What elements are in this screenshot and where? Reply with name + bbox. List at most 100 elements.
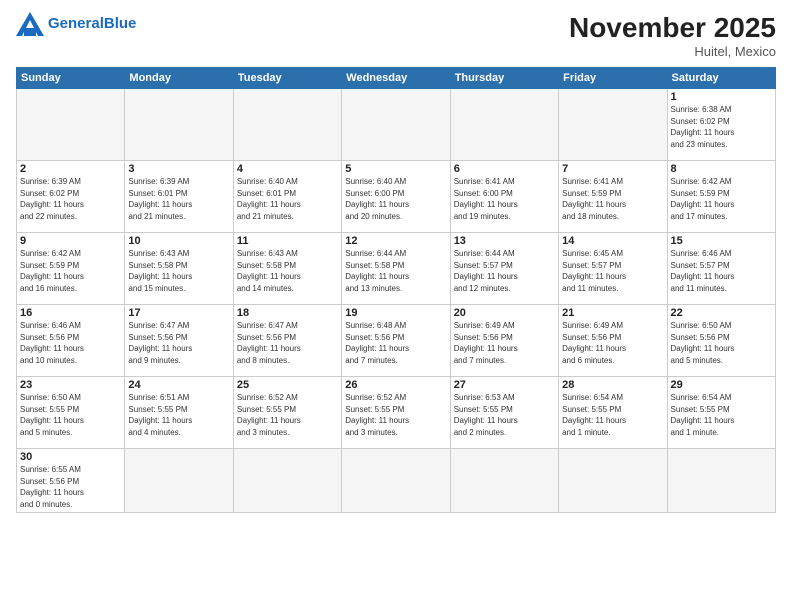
day-info: Sunrise: 6:48 AM Sunset: 5:56 PM Dayligh… [345,320,446,366]
day-number: 19 [345,307,446,319]
calendar-cell: 16Sunrise: 6:46 AM Sunset: 5:56 PM Dayli… [17,305,125,377]
calendar-cell: 24Sunrise: 6:51 AM Sunset: 5:55 PM Dayli… [125,377,233,449]
day-info: Sunrise: 6:41 AM Sunset: 5:59 PM Dayligh… [562,176,663,222]
calendar-cell [233,89,341,161]
logo-text: GeneralBlue [48,16,136,33]
calendar-cell: 28Sunrise: 6:54 AM Sunset: 5:55 PM Dayli… [559,377,667,449]
day-info: Sunrise: 6:52 AM Sunset: 5:55 PM Dayligh… [237,392,338,438]
day-info: Sunrise: 6:38 AM Sunset: 6:02 PM Dayligh… [671,104,772,150]
day-number: 18 [237,307,338,319]
day-number: 9 [20,235,121,247]
calendar-cell: 19Sunrise: 6:48 AM Sunset: 5:56 PM Dayli… [342,305,450,377]
day-number: 15 [671,235,772,247]
calendar-cell: 15Sunrise: 6:46 AM Sunset: 5:57 PM Dayli… [667,233,775,305]
calendar-cell: 22Sunrise: 6:50 AM Sunset: 5:56 PM Dayli… [667,305,775,377]
logo-icon [16,12,44,36]
day-info: Sunrise: 6:39 AM Sunset: 6:02 PM Dayligh… [20,176,121,222]
weekday-header-wednesday: Wednesday [342,68,450,89]
day-info: Sunrise: 6:54 AM Sunset: 5:55 PM Dayligh… [562,392,663,438]
calendar-cell [450,89,558,161]
calendar-cell: 26Sunrise: 6:52 AM Sunset: 5:55 PM Dayli… [342,377,450,449]
day-info: Sunrise: 6:47 AM Sunset: 5:56 PM Dayligh… [237,320,338,366]
day-number: 3 [128,163,229,175]
calendar-cell: 1Sunrise: 6:38 AM Sunset: 6:02 PM Daylig… [667,89,775,161]
calendar-cell: 12Sunrise: 6:44 AM Sunset: 5:58 PM Dayli… [342,233,450,305]
calendar-cell [667,449,775,513]
calendar-cell [559,449,667,513]
calendar-cell: 14Sunrise: 6:45 AM Sunset: 5:57 PM Dayli… [559,233,667,305]
calendar-cell [125,89,233,161]
day-info: Sunrise: 6:45 AM Sunset: 5:57 PM Dayligh… [562,248,663,294]
calendar-cell: 30Sunrise: 6:55 AM Sunset: 5:56 PM Dayli… [17,449,125,513]
day-number: 11 [237,235,338,247]
month-year: November 2025 [569,12,776,44]
title-block: November 2025 Huitel, Mexico [569,12,776,59]
calendar-cell [125,449,233,513]
weekday-header-row: SundayMondayTuesdayWednesdayThursdayFrid… [17,68,776,89]
calendar-cell: 7Sunrise: 6:41 AM Sunset: 5:59 PM Daylig… [559,161,667,233]
day-number: 8 [671,163,772,175]
day-info: Sunrise: 6:51 AM Sunset: 5:55 PM Dayligh… [128,392,229,438]
calendar-cell: 5Sunrise: 6:40 AM Sunset: 6:00 PM Daylig… [342,161,450,233]
calendar-cell [342,449,450,513]
weekday-header-saturday: Saturday [667,68,775,89]
day-number: 24 [128,379,229,391]
day-number: 14 [562,235,663,247]
logo: GeneralBlue [16,12,136,36]
day-info: Sunrise: 6:44 AM Sunset: 5:57 PM Dayligh… [454,248,555,294]
day-number: 23 [20,379,121,391]
day-info: Sunrise: 6:54 AM Sunset: 5:55 PM Dayligh… [671,392,772,438]
day-info: Sunrise: 6:47 AM Sunset: 5:56 PM Dayligh… [128,320,229,366]
day-info: Sunrise: 6:42 AM Sunset: 5:59 PM Dayligh… [671,176,772,222]
calendar-cell [342,89,450,161]
day-number: 7 [562,163,663,175]
day-info: Sunrise: 6:53 AM Sunset: 5:55 PM Dayligh… [454,392,555,438]
weekday-header-friday: Friday [559,68,667,89]
day-info: Sunrise: 6:40 AM Sunset: 6:01 PM Dayligh… [237,176,338,222]
day-number: 30 [20,451,121,463]
calendar-cell [233,449,341,513]
day-number: 4 [237,163,338,175]
logo-general: General [48,15,104,32]
calendar-cell: 4Sunrise: 6:40 AM Sunset: 6:01 PM Daylig… [233,161,341,233]
day-number: 28 [562,379,663,391]
day-info: Sunrise: 6:49 AM Sunset: 5:56 PM Dayligh… [562,320,663,366]
calendar-cell: 6Sunrise: 6:41 AM Sunset: 6:00 PM Daylig… [450,161,558,233]
day-number: 10 [128,235,229,247]
calendar-cell: 17Sunrise: 6:47 AM Sunset: 5:56 PM Dayli… [125,305,233,377]
day-info: Sunrise: 6:52 AM Sunset: 5:55 PM Dayligh… [345,392,446,438]
day-info: Sunrise: 6:40 AM Sunset: 6:00 PM Dayligh… [345,176,446,222]
day-info: Sunrise: 6:44 AM Sunset: 5:58 PM Dayligh… [345,248,446,294]
day-info: Sunrise: 6:39 AM Sunset: 6:01 PM Dayligh… [128,176,229,222]
header: GeneralBlue November 2025 Huitel, Mexico [16,12,776,59]
calendar-cell: 29Sunrise: 6:54 AM Sunset: 5:55 PM Dayli… [667,377,775,449]
calendar-cell [450,449,558,513]
day-number: 26 [345,379,446,391]
day-number: 17 [128,307,229,319]
calendar-week-row: 16Sunrise: 6:46 AM Sunset: 5:56 PM Dayli… [17,305,776,377]
day-info: Sunrise: 6:46 AM Sunset: 5:56 PM Dayligh… [20,320,121,366]
calendar-cell: 23Sunrise: 6:50 AM Sunset: 5:55 PM Dayli… [17,377,125,449]
day-number: 25 [237,379,338,391]
calendar-cell: 10Sunrise: 6:43 AM Sunset: 5:58 PM Dayli… [125,233,233,305]
calendar-cell: 2Sunrise: 6:39 AM Sunset: 6:02 PM Daylig… [17,161,125,233]
calendar-week-row: 1Sunrise: 6:38 AM Sunset: 6:02 PM Daylig… [17,89,776,161]
day-number: 13 [454,235,555,247]
calendar-cell: 18Sunrise: 6:47 AM Sunset: 5:56 PM Dayli… [233,305,341,377]
day-info: Sunrise: 6:42 AM Sunset: 5:59 PM Dayligh… [20,248,121,294]
day-info: Sunrise: 6:43 AM Sunset: 5:58 PM Dayligh… [128,248,229,294]
day-info: Sunrise: 6:46 AM Sunset: 5:57 PM Dayligh… [671,248,772,294]
calendar-cell: 21Sunrise: 6:49 AM Sunset: 5:56 PM Dayli… [559,305,667,377]
weekday-header-sunday: Sunday [17,68,125,89]
day-number: 27 [454,379,555,391]
day-number: 22 [671,307,772,319]
weekday-header-tuesday: Tuesday [233,68,341,89]
day-info: Sunrise: 6:50 AM Sunset: 5:56 PM Dayligh… [671,320,772,366]
day-number: 5 [345,163,446,175]
day-number: 2 [20,163,121,175]
calendar-week-row: 23Sunrise: 6:50 AM Sunset: 5:55 PM Dayli… [17,377,776,449]
page: GeneralBlue November 2025 Huitel, Mexico… [0,0,792,612]
logo-blue: Blue [104,15,137,32]
calendar-week-row: 9Sunrise: 6:42 AM Sunset: 5:59 PM Daylig… [17,233,776,305]
calendar-cell: 8Sunrise: 6:42 AM Sunset: 5:59 PM Daylig… [667,161,775,233]
